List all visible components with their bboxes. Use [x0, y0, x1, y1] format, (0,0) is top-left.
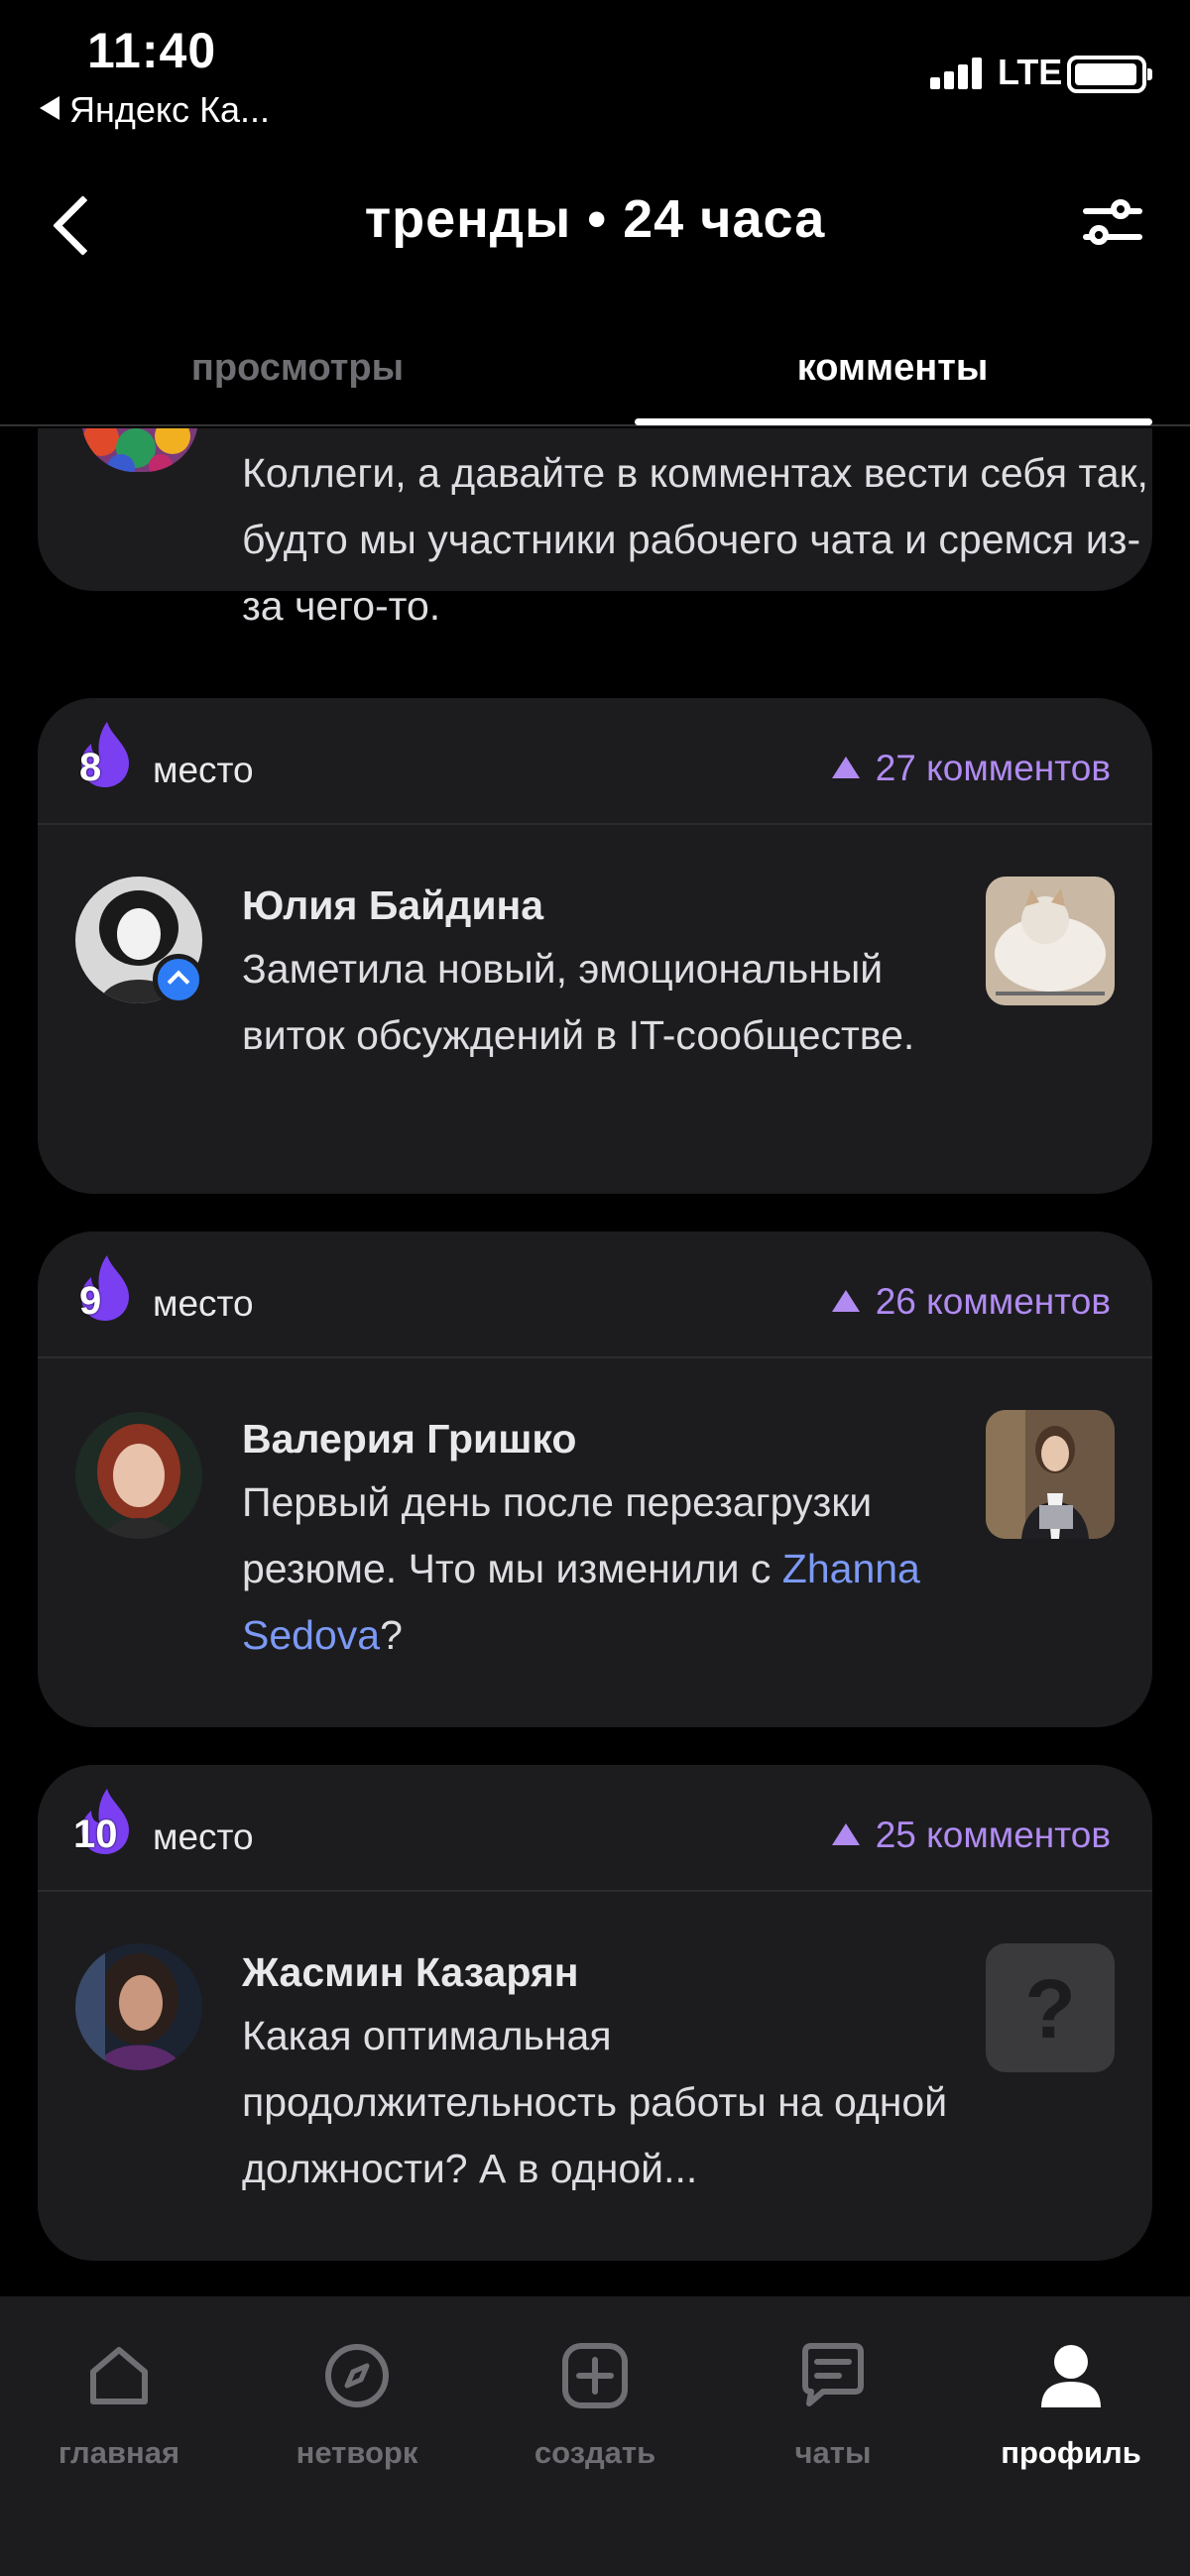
- nav-label: профиль: [1001, 2435, 1141, 2470]
- post-text: Какая оптимальная продолжительность рабо…: [242, 2013, 948, 2191]
- nav-label: создать: [534, 2435, 656, 2470]
- comments-count: 26 комментов: [831, 1281, 1111, 1323]
- nav-item-home[interactable]: главная: [0, 2326, 238, 2485]
- post-card[interactable]: Коллеги, а давайте в комментах вести себ…: [38, 428, 1152, 629]
- avatar[interactable]: [81, 428, 198, 472]
- post-card[interactable]: 8 место 27 комментов Юлия Байдина Замети…: [38, 698, 1152, 1194]
- signal-icon: [930, 58, 986, 89]
- nav-item-chats[interactable]: чаты: [714, 2326, 952, 2485]
- post-author[interactable]: Валерия Гришко: [242, 1416, 576, 1463]
- nav-label: чаты: [794, 2435, 872, 2470]
- post-author[interactable]: Юлия Байдина: [242, 882, 543, 929]
- compass-icon: [325, 2344, 389, 2407]
- status-bar: 11:40 Яндекс Ка... LTE: [0, 0, 1190, 149]
- status-time: 11:40: [87, 23, 217, 78]
- comments-count-label: 25 комментов: [875, 1815, 1111, 1855]
- rank-number: 9: [79, 1279, 102, 1323]
- profile-icon: [1041, 2345, 1101, 2407]
- avatar[interactable]: [75, 1412, 202, 1539]
- plus-square-icon: [562, 2343, 628, 2408]
- comments-count-label: 26 комментов: [875, 1281, 1111, 1322]
- filter-settings-button[interactable]: [1081, 198, 1144, 252]
- post-thumbnail[interactable]: [986, 877, 1115, 1005]
- post-author[interactable]: Жасмин Казарян: [242, 1949, 579, 1996]
- question-mark-icon: ?: [1024, 1962, 1076, 2055]
- post-text: Заметила новый, эмоциональный виток обсу…: [242, 946, 915, 1058]
- tab-active-indicator: [635, 418, 1152, 425]
- avatar[interactable]: [75, 1943, 202, 2070]
- back-app-label: Яндекс Ка...: [69, 89, 271, 130]
- place-label: место: [153, 1816, 254, 1857]
- nav-label: главная: [58, 2435, 180, 2470]
- post-text-part: ?: [380, 1612, 403, 1658]
- trends-feed[interactable]: Коллеги, а давайте в комментах вести себ…: [0, 428, 1190, 2292]
- post-card-header: 10 место 25 комментов: [38, 1765, 1152, 1892]
- battery-icon: [1067, 56, 1152, 93]
- post-text: Коллеги, а давайте в комментах вести себ…: [242, 450, 1148, 629]
- comments-count-label: 27 комментов: [875, 748, 1111, 788]
- back-to-app-link[interactable]: Яндекс Ка...: [40, 89, 270, 131]
- trend-up-icon: [831, 757, 860, 778]
- tab-comments[interactable]: комменты: [595, 347, 1190, 390]
- page-title: тренды • 24 часа: [364, 189, 826, 249]
- post-card-header: 9 место 26 комментов: [38, 1231, 1152, 1358]
- nav-item-profile[interactable]: профиль: [952, 2326, 1190, 2485]
- tabs: просмотры комменты: [0, 327, 1190, 426]
- bottom-navigation: главная нетворк создать чаты профиль: [0, 2296, 1190, 2576]
- rank-number: 10: [73, 1813, 118, 1856]
- comments-count: 25 комментов: [831, 1815, 1111, 1856]
- nav-label: нетворк: [296, 2435, 418, 2470]
- comments-count: 27 комментов: [831, 748, 1111, 789]
- nav-item-create[interactable]: создать: [476, 2326, 714, 2485]
- verified-badge-icon: [153, 954, 204, 1005]
- post-thumbnail[interactable]: [986, 1410, 1115, 1539]
- post-card-header: 8 место 27 комментов: [38, 698, 1152, 825]
- rank-number: 8: [79, 746, 102, 789]
- post-card[interactable]: 10 место 25 комментов Жасмин Казарян Как…: [38, 1765, 1152, 2261]
- post-card[interactable]: 9 место 26 комментов Валерия Гришко Перв…: [38, 1231, 1152, 1727]
- home-icon: [90, 2347, 148, 2404]
- place-label: место: [153, 1283, 254, 1324]
- chat-icon: [802, 2343, 864, 2406]
- network-label: LTE: [998, 52, 1063, 92]
- nav-item-network[interactable]: нетворк: [238, 2326, 476, 2485]
- post-text: Первый день после перезагрузки резюме. Ч…: [242, 1469, 956, 1669]
- tab-views[interactable]: просмотры: [0, 347, 595, 390]
- header: тренды • 24 часа: [0, 159, 1190, 288]
- post-text-part: Первый день после перезагрузки резюме. Ч…: [242, 1479, 873, 1591]
- place-label: место: [153, 750, 254, 790]
- trend-up-icon: [831, 1823, 860, 1845]
- post-thumbnail-placeholder[interactable]: ?: [986, 1943, 1115, 2072]
- trend-up-icon: [831, 1290, 860, 1312]
- back-triangle-icon: [40, 96, 60, 120]
